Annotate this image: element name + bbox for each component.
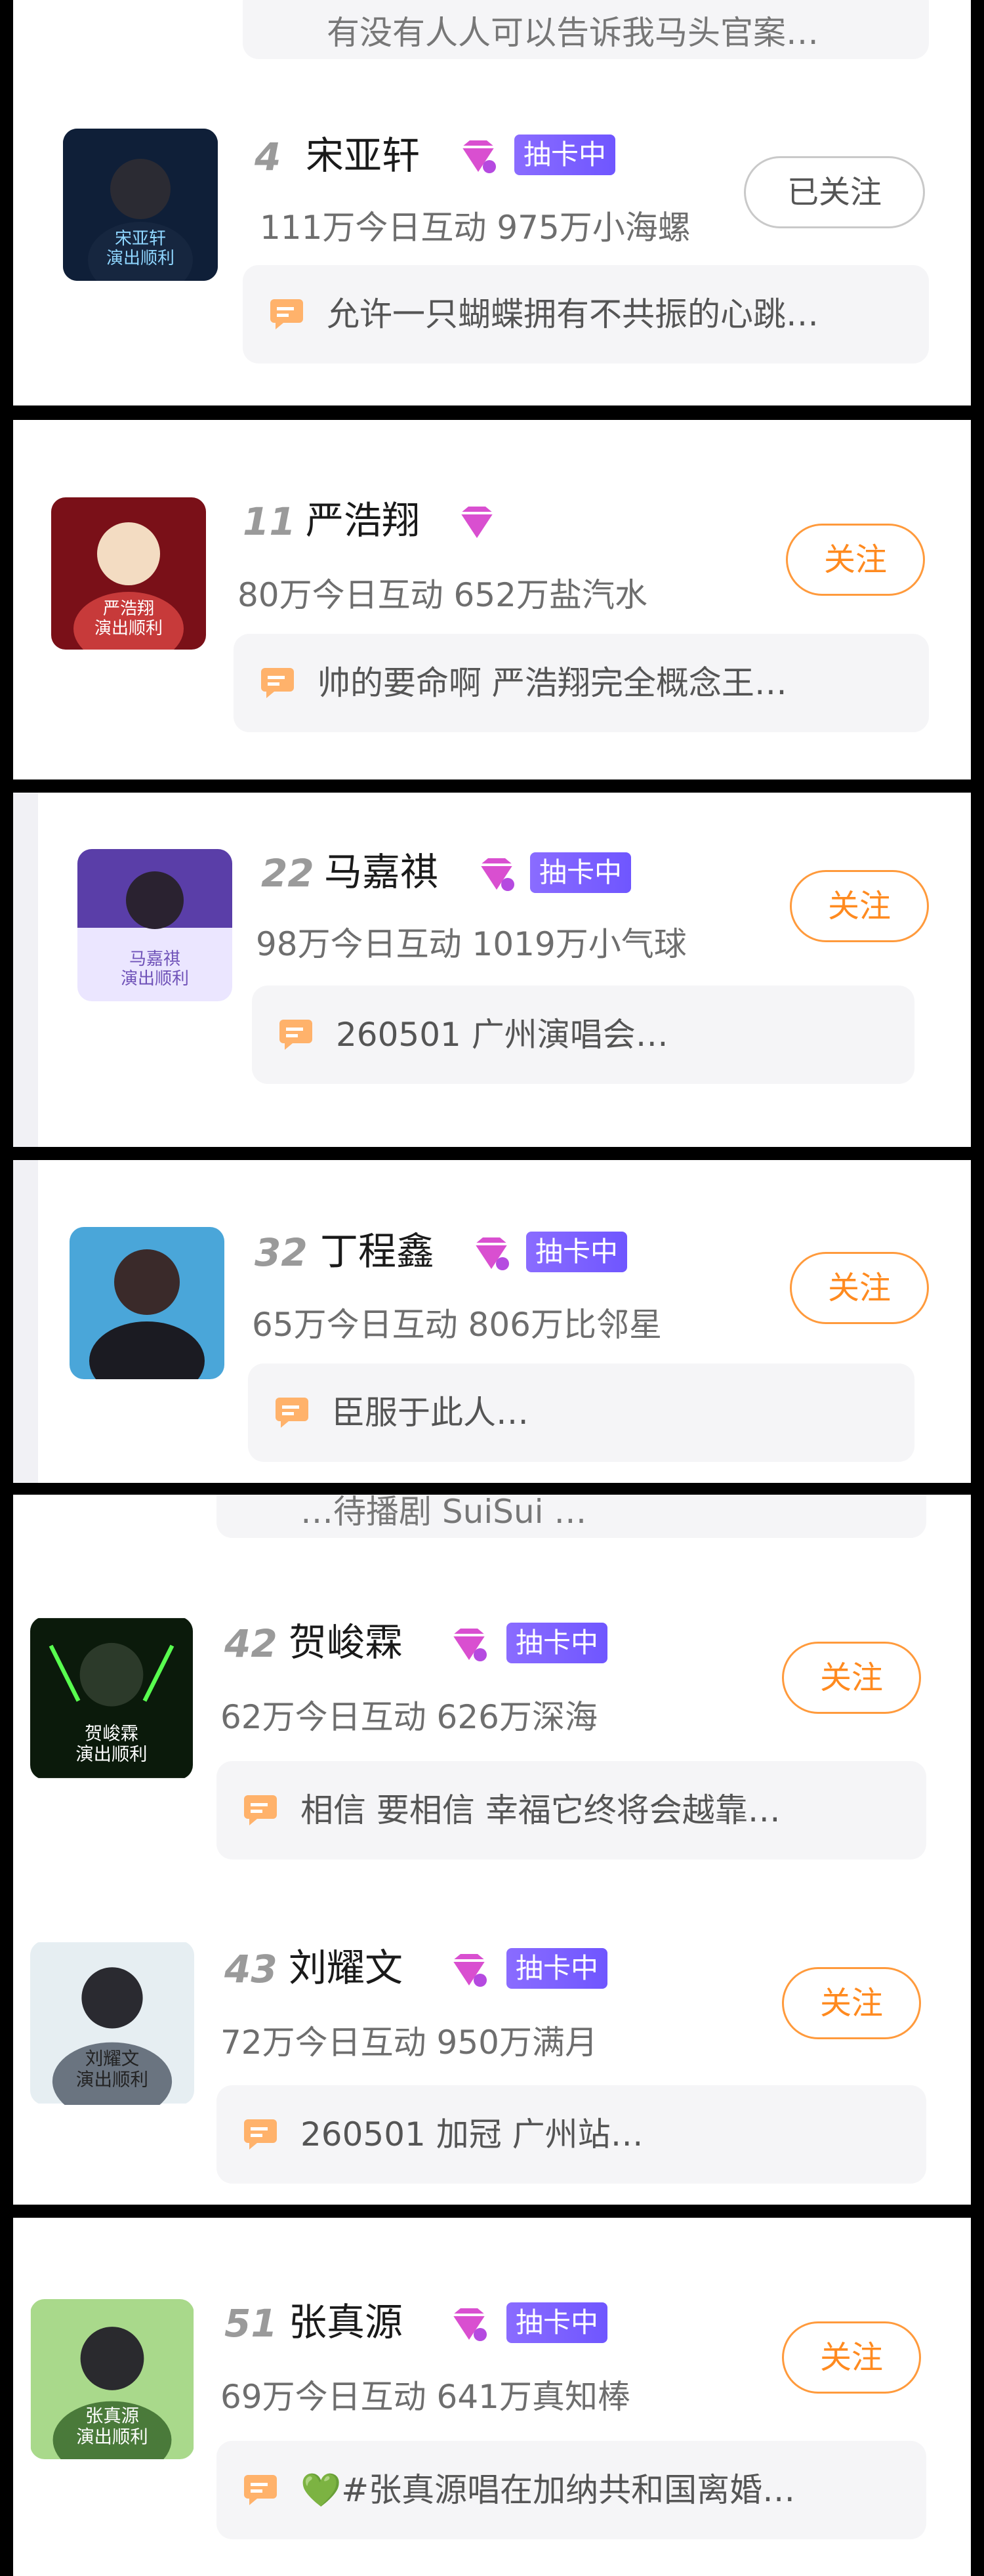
rank-number: 43 — [224, 1947, 277, 1991]
svg-text:刘耀文: 刘耀文 — [85, 2048, 140, 2069]
follow-button[interactable]: 关注 — [782, 2321, 921, 2394]
draw-badge: 抽卡中 — [526, 1232, 628, 1272]
comment-bubble[interactable]: 💚#张真源唱在加纳共和国离婚… — [216, 2441, 926, 2539]
comment-text: 260501 广州演唱会… — [336, 1016, 668, 1054]
stats-text: 65万今日互动 806万比邻星 — [252, 1306, 662, 1344]
star-name[interactable]: 严浩翔 — [306, 501, 420, 539]
following-button[interactable]: 已关注 — [744, 156, 925, 228]
comment-text: 相信 要相信 幸福它终将会越靠… — [300, 1791, 781, 1829]
svg-text:演出顺利: 演出顺利 — [76, 2069, 148, 2090]
draw-badge: 抽卡中 — [506, 2302, 608, 2343]
rank-number: 51 — [224, 2301, 277, 2346]
avatar[interactable]: 宋亚轩 演出顺利 — [63, 129, 218, 281]
svg-text:演出顺利: 演出顺利 — [106, 249, 174, 268]
draw-badge: 抽卡中 — [530, 852, 632, 893]
diamond-icon — [446, 2306, 492, 2344]
comment-icon — [244, 2119, 277, 2150]
svg-text:演出顺利: 演出顺利 — [121, 969, 189, 989]
comment-icon — [270, 299, 303, 329]
svg-text:演出顺利: 演出顺利 — [76, 2427, 148, 2447]
avatar[interactable]: 严浩翔 演出顺利 — [51, 497, 206, 650]
rank-number: 4 — [255, 135, 281, 179]
follow-button[interactable]: 关注 — [790, 870, 929, 942]
follow-button[interactable]: 关注 — [782, 1967, 921, 2039]
prev-comment-text: …待播剧 SuiSui … — [300, 1495, 587, 1531]
card-panel-5: …待播剧 SuiSui … 贺峻霖 演出顺利 42 贺峻霖 抽卡中 62万今日互… — [13, 1495, 971, 2205]
star-name[interactable]: 刘耀文 — [289, 1949, 403, 1987]
diamond-icon — [474, 856, 520, 894]
rank-number: 42 — [224, 1621, 277, 1666]
stats-text: 111万今日互动 975万小海螺 — [260, 209, 691, 247]
draw-badge: 抽卡中 — [506, 1623, 608, 1663]
comment-text: 💚#张真源唱在加纳共和国离婚… — [300, 2471, 796, 2509]
diamond-icon — [446, 1626, 492, 1664]
diamond-icon — [454, 504, 500, 542]
stats-text: 69万今日互动 641万真知棒 — [220, 2378, 630, 2416]
comment-icon — [276, 1398, 308, 1428]
avatar-image-icon: 宋亚轩 演出顺利 — [63, 129, 218, 281]
card-panel-1: 有没有人人可以告诉我马头官案… 宋亚轩 演出顺利 4 宋亚轩 抽卡中 111万今… — [13, 0, 971, 405]
svg-text:严浩翔: 严浩翔 — [103, 599, 154, 619]
comment-text: 允许一只蝴蝶拥有不共振的心跳… — [327, 295, 819, 333]
card-panel-3: 马嘉祺 演出顺利 22 马嘉祺 抽卡中 98万今日互动 1019万小气球 关注 … — [13, 793, 971, 1147]
avatar[interactable]: 马嘉祺 演出顺利 — [77, 849, 232, 1001]
star-name[interactable]: 马嘉祺 — [324, 853, 438, 891]
follow-button[interactable]: 关注 — [782, 1642, 921, 1714]
prev-comment-text: 有没有人人可以告诉我马头官案… — [327, 14, 819, 52]
star-name[interactable]: 宋亚轩 — [306, 136, 420, 175]
avatar[interactable]: 刘耀文 演出顺利 — [30, 1941, 194, 2105]
svg-text:演出顺利: 演出顺利 — [94, 619, 163, 638]
svg-text:张真源: 张真源 — [85, 2406, 139, 2426]
avatar-image-icon: 刘耀文 演出顺利 — [30, 1942, 194, 2105]
stats-text: 80万今日互动 652万盐汽水 — [237, 576, 647, 614]
card-panel-4: 32 丁程鑫 抽卡中 65万今日互动 806万比邻星 关注 臣服于此人… — [13, 1160, 971, 1483]
svg-text:演出顺利: 演出顺利 — [75, 1745, 147, 1765]
follow-button[interactable]: 关注 — [790, 1252, 929, 1324]
avatar-image-icon — [70, 1227, 224, 1379]
card-panel-2: 严浩翔 演出顺利 11 严浩翔 80万今日互动 652万盐汽水 关注 帅的要命啊… — [13, 420, 971, 779]
avatar[interactable]: 贺峻霖 演出顺利 — [30, 1617, 193, 1779]
prev-comment-bubble[interactable]: 有没有人人可以告诉我马头官案… — [243, 0, 929, 59]
comment-bubble[interactable]: 260501 广州演唱会… — [252, 986, 914, 1084]
rank-number: 32 — [255, 1230, 308, 1275]
stats-text: 72万今日互动 950万满月 — [220, 2024, 598, 2062]
comment-icon — [261, 668, 294, 698]
draw-badge: 抽卡中 — [514, 135, 616, 175]
comment-text: 臣服于此人… — [332, 1394, 529, 1432]
svg-text:贺峻霖: 贺峻霖 — [85, 1724, 138, 1744]
avatar[interactable] — [70, 1227, 224, 1379]
card-panel-6: 张真源 演出顺利 51 张真源 抽卡中 69万今日互动 641万真知棒 关注 💚… — [13, 2218, 971, 2576]
comment-icon — [244, 1795, 277, 1825]
avatar-image-icon: 马嘉祺 演出顺利 — [77, 849, 232, 1001]
star-name[interactable]: 贺峻霖 — [289, 1623, 403, 1661]
svg-text:马嘉祺: 马嘉祺 — [129, 949, 180, 969]
stats-text: 62万今日互动 626万深海 — [220, 1698, 598, 1736]
svg-text:宋亚轩: 宋亚轩 — [115, 229, 166, 249]
diamond-icon — [468, 1235, 514, 1273]
avatar-image-icon: 张真源 演出顺利 — [30, 2299, 194, 2459]
comment-bubble[interactable]: 260501 加冠 广州站… — [216, 2085, 926, 2184]
avatar[interactable]: 张真源 演出顺利 — [30, 2299, 194, 2459]
avatar-image-icon: 严浩翔 演出顺利 — [51, 497, 206, 650]
rank-number: 11 — [243, 499, 296, 544]
diamond-icon — [446, 1951, 492, 1989]
prev-comment-bubble[interactable]: …待播剧 SuiSui … — [216, 1495, 926, 1538]
comment-icon — [244, 2475, 277, 2505]
avatar-image-icon: 贺峻霖 演出顺利 — [30, 1618, 193, 1778]
comment-text: 260501 加冠 广州站… — [300, 2115, 644, 2153]
star-name[interactable]: 丁程鑫 — [320, 1232, 434, 1270]
follow-button[interactable]: 关注 — [786, 524, 925, 596]
comment-text: 帅的要命啊 严浩翔完全概念王… — [318, 664, 787, 702]
comment-bubble[interactable]: 相信 要相信 幸福它终将会越靠… — [216, 1761, 926, 1859]
star-name[interactable]: 张真源 — [289, 2303, 403, 2341]
comment-bubble[interactable]: 臣服于此人… — [248, 1363, 914, 1462]
comment-icon — [279, 1020, 312, 1050]
comment-bubble[interactable]: 允许一只蝴蝶拥有不共振的心跳… — [243, 265, 929, 364]
comment-bubble[interactable]: 帅的要命啊 严浩翔完全概念王… — [234, 634, 929, 732]
stats-text: 98万今日互动 1019万小气球 — [256, 925, 687, 963]
rank-number: 22 — [261, 851, 314, 896]
diamond-icon — [455, 138, 501, 176]
draw-badge: 抽卡中 — [506, 1948, 608, 1989]
